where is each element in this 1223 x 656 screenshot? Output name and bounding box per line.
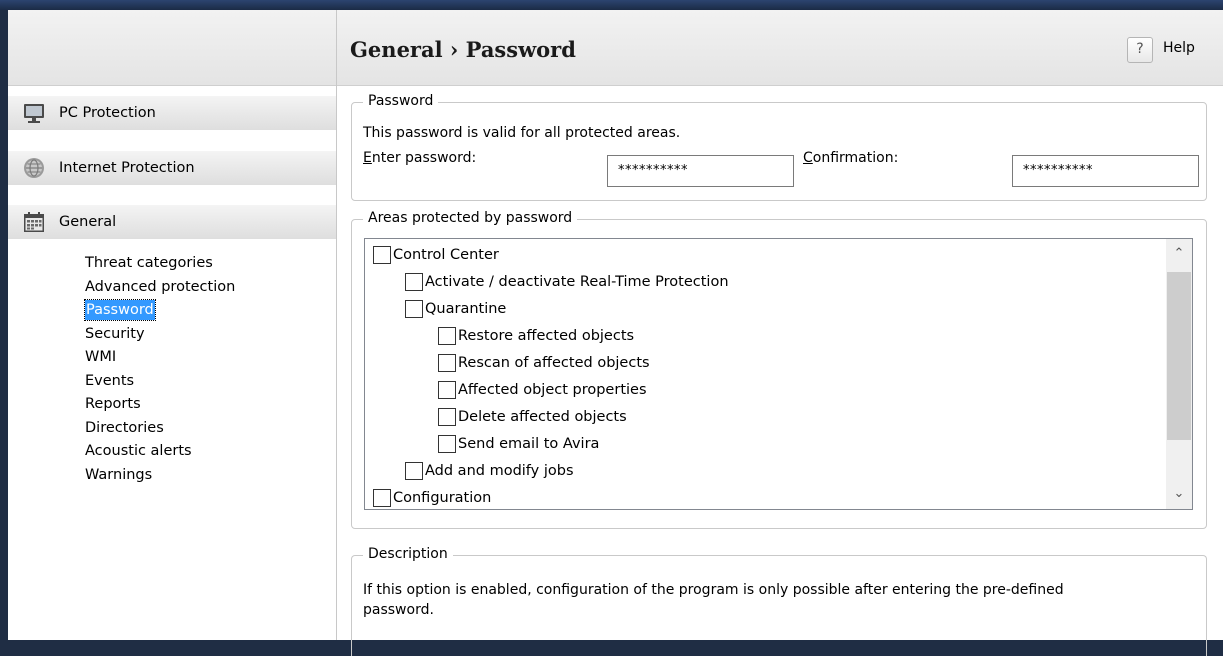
description-group: Description If this option is enabled, c… [351, 546, 1207, 656]
description-line: password. [363, 602, 434, 618]
password-scope-text: This password is valid for all protected… [363, 125, 681, 141]
sidebar-item-wmi[interactable]: WMI [85, 346, 235, 370]
sidebar: PC Protection Internet Protection Genera… [8, 10, 337, 640]
tree-node-label: Add and modify jobs [425, 462, 574, 479]
tree-node-restore[interactable]: Restore affected objects [438, 322, 634, 349]
tree-node-label: Control Center [393, 246, 499, 263]
enter-password-label: Enter password: [363, 150, 477, 166]
description-line: If this option is enabled, configuration… [363, 582, 1064, 598]
checkbox[interactable] [438, 407, 456, 426]
sidebar-category-general[interactable]: General [8, 205, 336, 239]
description-group-legend: Description [363, 546, 453, 562]
confirmation-field[interactable]: ********** [1012, 155, 1199, 187]
globe-icon [23, 157, 45, 179]
tree-node-label: Affected object properties [458, 381, 647, 398]
password-group: Password This password is valid for all … [351, 93, 1207, 201]
checkbox[interactable] [438, 380, 456, 399]
password-group-legend: Password [363, 93, 439, 109]
general-subitems: Threat categories Advanced protection Pa… [84, 252, 235, 488]
tree-node-jobs[interactable]: Add and modify jobs [405, 457, 574, 484]
sidebar-item-directories[interactable]: Directories [85, 417, 235, 441]
areas-group-legend: Areas protected by password [363, 210, 578, 226]
page-title: General › Password [350, 37, 576, 62]
sidebar-item-events[interactable]: Events [85, 370, 235, 394]
sidebar-item-threat-categories[interactable]: Threat categories [85, 252, 235, 276]
help-link[interactable]: Help [1163, 40, 1195, 56]
tree-node-activate-realtime[interactable]: Activate / deactivate Real-Time Protecti… [405, 268, 729, 295]
areas-group: Areas protected by password Control Cent… [351, 210, 1207, 529]
tree-node-label: Restore affected objects [458, 327, 635, 344]
tree-node-label: Delete affected objects [458, 408, 627, 425]
confirmation-label: Confirmation: [803, 150, 899, 166]
tree-node-quarantine[interactable]: Quarantine [405, 295, 506, 322]
sidebar-category-internet-protection[interactable]: Internet Protection [8, 151, 336, 185]
checkbox[interactable] [438, 434, 456, 453]
sidebar-category-label: Internet Protection [59, 160, 195, 176]
scrollbar-thumb[interactable] [1167, 272, 1191, 440]
tree-node-label: Rescan of affected objects [458, 354, 650, 371]
tree-node-rescan[interactable]: Rescan of affected objects [438, 349, 650, 376]
checkbox[interactable] [438, 326, 456, 345]
monitor-icon [23, 102, 45, 124]
tree-scrollbar[interactable]: ⌃ ⌄ [1166, 239, 1192, 509]
description-text: If this option is enabled, configuration… [363, 580, 1064, 620]
tree-node-delete[interactable]: Delete affected objects [438, 403, 627, 430]
sidebar-header [8, 10, 336, 86]
tree-node-properties[interactable]: Affected object properties [438, 376, 647, 403]
sidebar-category-pc-protection[interactable]: PC Protection [8, 96, 336, 130]
sidebar-item-advanced-protection[interactable]: Advanced protection [85, 276, 235, 300]
sidebar-category-label: PC Protection [59, 105, 156, 121]
enter-password-field[interactable]: ********** [607, 155, 794, 187]
checkbox[interactable] [405, 299, 423, 318]
tree-node-label: Quarantine [425, 300, 507, 317]
sidebar-category-label: General [59, 214, 117, 230]
tree-node-configuration[interactable]: Configuration [373, 484, 492, 509]
checkbox[interactable] [373, 245, 391, 264]
sidebar-item-password[interactable]: Password [84, 299, 156, 321]
settings-window: PC Protection Internet Protection Genera… [8, 10, 1223, 656]
sidebar-item-security[interactable]: Security [85, 323, 235, 347]
window-title-bar [0, 0, 1223, 10]
protected-areas-tree[interactable]: Control Center Activate / deactivate Rea… [364, 238, 1193, 510]
tree-node-control-center[interactable]: Control Center [373, 241, 499, 268]
page-header: General › Password ? Help [337, 10, 1223, 86]
checkbox[interactable] [373, 488, 391, 507]
chevron-down-icon[interactable]: ⌄ [1166, 481, 1192, 507]
checkbox[interactable] [405, 272, 423, 291]
tree-node-label: Send email to Avira [458, 435, 600, 452]
calendar-icon [23, 211, 45, 233]
chevron-up-icon[interactable]: ⌃ [1166, 241, 1192, 267]
tree-node-send-email[interactable]: Send email to Avira [438, 430, 599, 457]
sidebar-item-warnings[interactable]: Warnings [85, 464, 235, 488]
help-icon[interactable]: ? [1127, 37, 1153, 63]
sidebar-item-reports[interactable]: Reports [85, 393, 235, 417]
sidebar-item-acoustic-alerts[interactable]: Acoustic alerts [85, 440, 235, 464]
tree-node-label: Activate / deactivate Real-Time Protecti… [425, 273, 729, 290]
checkbox[interactable] [405, 461, 423, 480]
checkbox[interactable] [438, 353, 456, 372]
tree-node-label: Configuration [393, 489, 492, 506]
